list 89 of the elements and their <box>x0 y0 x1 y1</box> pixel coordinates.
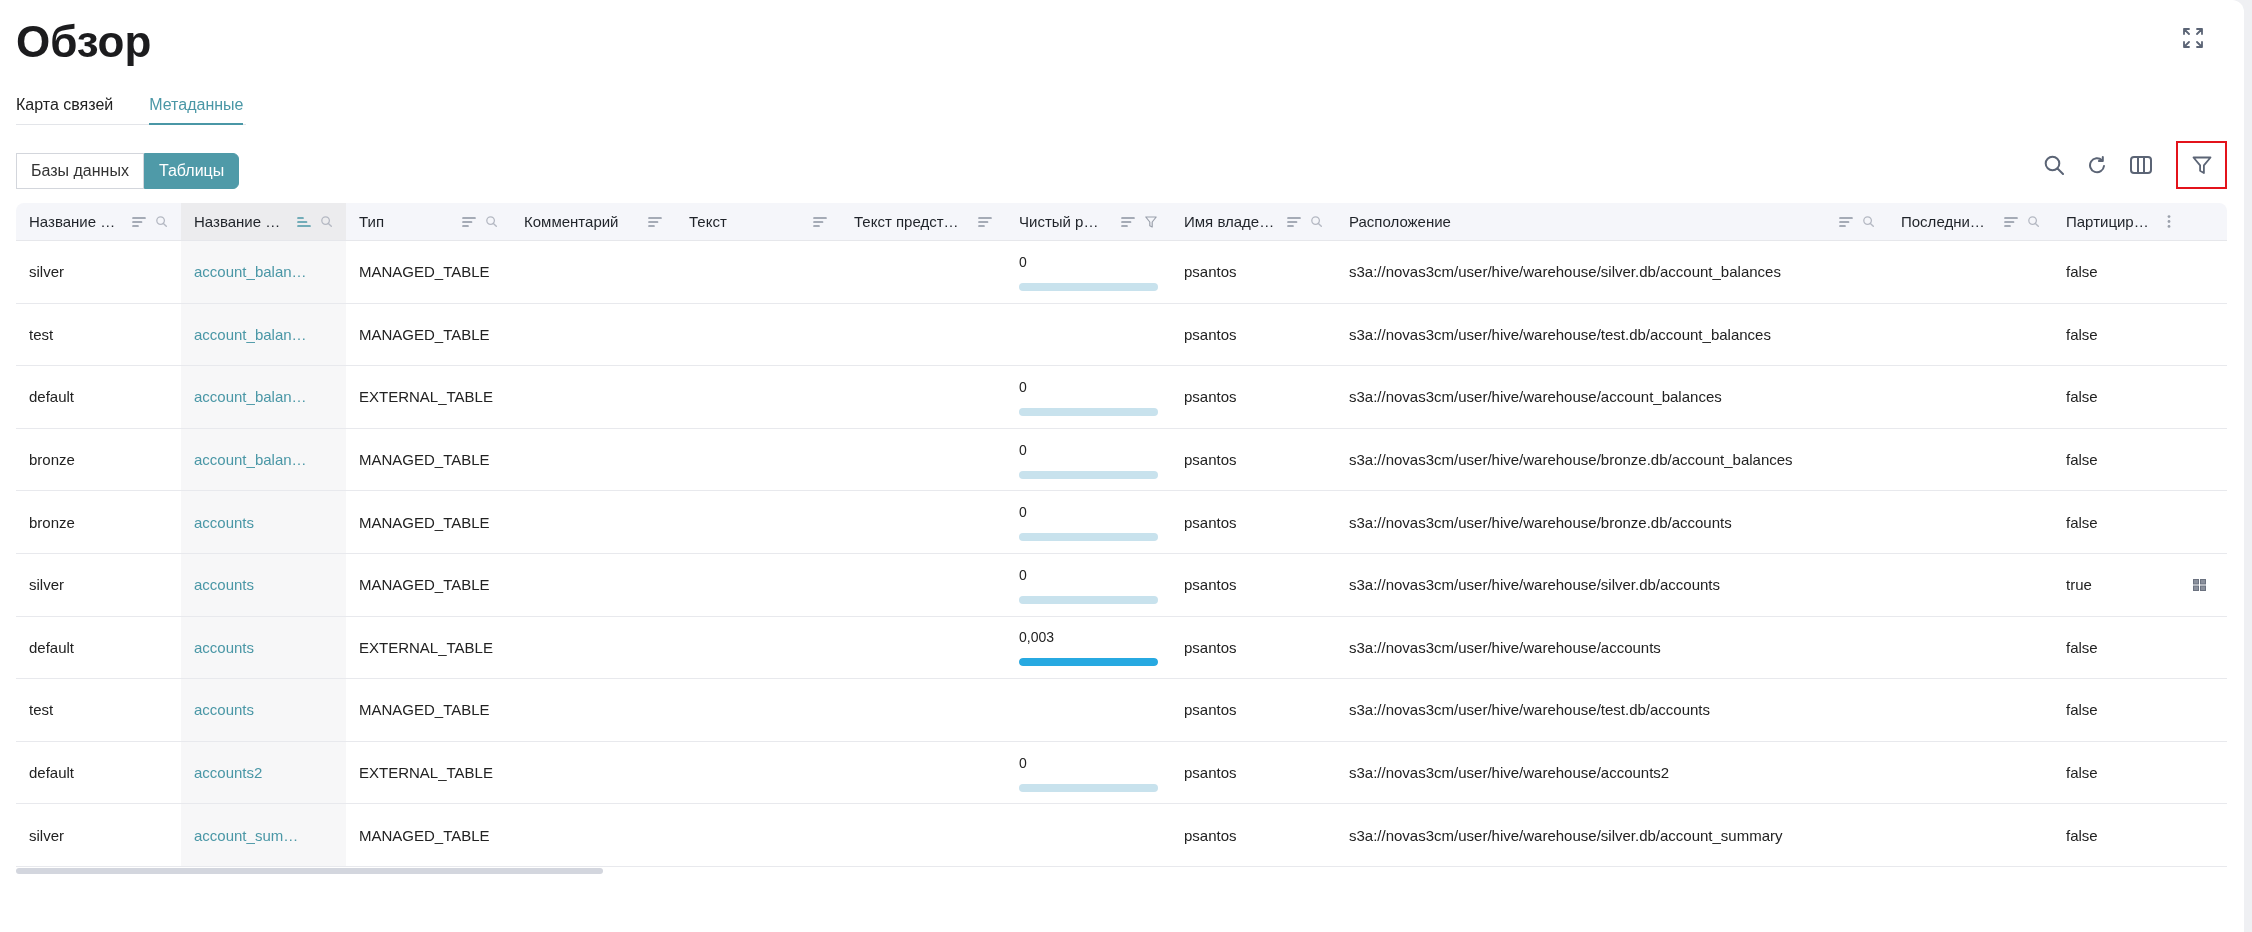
columns-icon[interactable] <box>2130 156 2152 174</box>
table-text: false <box>2066 451 2098 469</box>
sort-icon[interactable] <box>462 216 476 227</box>
tab[interactable]: Карта связей <box>16 95 114 125</box>
table-text: s3a://novas3cm/user/hive/warehouse/accounts2 <box>1349 764 1670 782</box>
table-text: psantos <box>1184 513 1237 531</box>
column-header[interactable]: Комментарий <box>511 203 676 240</box>
expand-icon[interactable] <box>2183 28 2203 48</box>
table-text: silver <box>29 263 64 281</box>
search-icon[interactable] <box>2044 155 2064 175</box>
sort-icon[interactable] <box>297 216 311 227</box>
column-header[interactable]: Последни… <box>1888 203 2053 240</box>
meter-value: 0,003 <box>1019 628 1055 647</box>
kebab-menu-icon[interactable] <box>2167 215 2171 228</box>
meter-value: 0 <box>1019 378 1027 396</box>
column-header[interactable]: Текст предст… <box>841 203 1006 240</box>
table-text: test <box>29 325 54 343</box>
table-text: psantos <box>1184 576 1237 594</box>
table-text: s3a://novas3cm/user/hive/warehouse/test.db/account_balances <box>1349 325 1771 343</box>
table-text: s3a://novas3cm/user/hive/warehouse/silver.db/accounts <box>1349 576 1721 594</box>
table-text: s3a://novas3cm/user/hive/warehouse/bronze.db/account_balances <box>1349 451 1793 469</box>
table-text: false <box>2066 388 2098 406</box>
table-text: MANAGED_TABLE <box>359 826 490 844</box>
table-text: false <box>2066 263 2098 281</box>
table-text: psantos <box>1184 263 1237 281</box>
scrollbar-thumb[interactable] <box>16 867 603 874</box>
table-text: bronze <box>29 451 75 469</box>
table-text: psantos <box>1184 638 1237 656</box>
meter-value: 0 <box>1019 440 1027 459</box>
meter-value: 0 <box>1019 565 1027 584</box>
sort-icon[interactable] <box>1287 216 1301 227</box>
table-text: EXTERNAL_TABLE <box>359 388 493 406</box>
table-text: false <box>2066 764 2098 782</box>
grid-icon[interactable] <box>2193 578 2206 591</box>
table-text: psantos <box>1184 451 1237 469</box>
table-text: false <box>2066 325 2098 343</box>
filter-icon[interactable] <box>2191 155 2212 175</box>
table-text: false <box>2066 513 2098 531</box>
table-text: MANAGED_TABLE <box>359 513 490 531</box>
table-text: default <box>29 638 75 656</box>
refresh-icon[interactable] <box>2088 156 2106 174</box>
page-title: Обзор <box>16 16 152 68</box>
table-text: s3a://novas3cm/user/hive/warehouse/bronze.db/accounts <box>1349 513 1732 531</box>
table-text: test <box>29 701 54 719</box>
table-text: bronze <box>29 513 75 531</box>
table-text: EXTERNAL_TABLE <box>359 764 493 782</box>
table-text: MANAGED_TABLE <box>359 701 490 719</box>
table-text: psantos <box>1184 826 1237 844</box>
table-text: s3a://novas3cm/user/hive/warehouse/test.db/accounts <box>1349 701 1711 719</box>
view-toggle-button[interactable]: Базы данных <box>16 153 144 189</box>
sort-icon[interactable] <box>1121 216 1135 227</box>
table-text: MANAGED_TABLE <box>359 263 490 281</box>
table-text: MANAGED_TABLE <box>359 325 490 343</box>
table-text: s3a://novas3cm/user/hive/warehouse/silver.db/account_balances <box>1349 263 1781 281</box>
sort-icon[interactable] <box>648 216 662 227</box>
table-text: default <box>29 764 75 782</box>
meter-value: 0 <box>1019 753 1027 772</box>
table-text: psantos <box>1184 388 1237 406</box>
table-text: MANAGED_TABLE <box>359 451 490 469</box>
table-text: s3a://novas3cm/user/hive/warehouse/account_balances <box>1349 388 1722 406</box>
table-text: default <box>29 388 75 406</box>
table-text: psantos <box>1184 764 1237 782</box>
sort-icon[interactable] <box>2004 216 2018 227</box>
column-header[interactable]: Расположение <box>1336 203 1888 240</box>
table-text: false <box>2066 701 2098 719</box>
sort-icon[interactable] <box>1839 216 1853 227</box>
table-text: silver <box>29 826 64 844</box>
column-header[interactable]: Партицир… <box>2053 203 2185 240</box>
table-text: psantos <box>1184 701 1237 719</box>
column-header[interactable]: Чистый р… <box>1006 203 1171 240</box>
sort-icon[interactable] <box>978 216 992 227</box>
column-header[interactable]: Название … <box>16 203 181 240</box>
table-text: s3a://novas3cm/user/hive/warehouse/silver.db/account_summary <box>1349 826 1783 844</box>
table-text: false <box>2066 638 2098 656</box>
table-text: psantos <box>1184 325 1237 343</box>
sort-icon[interactable] <box>813 216 827 227</box>
column-header[interactable]: Имя владе… <box>1171 203 1336 240</box>
table-text: silver <box>29 576 64 594</box>
table-text: MANAGED_TABLE <box>359 576 490 594</box>
column-header[interactable]: Тип <box>346 203 511 240</box>
table-text: false <box>2066 826 2098 844</box>
column-header[interactable]: Название … <box>181 203 346 240</box>
table-text: EXTERNAL_TABLE <box>359 638 493 656</box>
table-text: true <box>2066 576 2092 594</box>
meter-value: 0 <box>1019 252 1027 271</box>
table-text: s3a://novas3cm/user/hive/warehouse/accounts <box>1349 638 1661 656</box>
column-header[interactable]: Текст <box>676 203 841 240</box>
sort-icon[interactable] <box>132 216 146 227</box>
meter-value: 0 <box>1019 503 1027 522</box>
